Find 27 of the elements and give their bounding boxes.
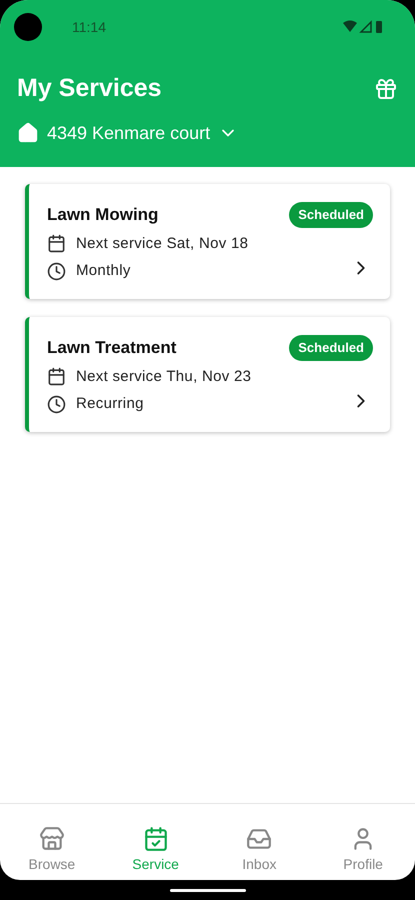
store-icon [38, 826, 65, 852]
page-title: My Services [17, 73, 162, 104]
nav-tab[interactable]: Service [104, 804, 208, 880]
calendar-icon [47, 367, 66, 386]
nav-tab[interactable]: Profile [311, 804, 415, 880]
service-card[interactable]: Lawn Mowing Next service Sat, Nov 18 Monthly Scheduled [25, 184, 390, 299]
service-detail: Recurring [76, 394, 144, 414]
service-detail: Next service Thu, Nov 23 [76, 366, 252, 386]
clock-icon [47, 394, 66, 414]
service-name: Lawn Mowing [47, 204, 160, 226]
camera-icon [14, 13, 42, 41]
nav-tab[interactable]: Browse [0, 804, 104, 880]
clock-icon [47, 262, 66, 281]
nav-tab[interactable]: Inbox [208, 804, 312, 880]
status-badge: Scheduled [289, 335, 373, 360]
calendar-check-icon [142, 826, 169, 852]
status-time: 11:14 [72, 18, 106, 36]
status-icons [343, 20, 383, 34]
gift-card-icon[interactable] [374, 76, 398, 101]
address-selector[interactable]: 4349 Kenmare court [17, 120, 238, 146]
calendar-icon [47, 234, 66, 254]
service-detail: Monthly [76, 261, 131, 281]
home-icon [17, 122, 39, 144]
service-card[interactable]: Lawn Treatment Next service Thu, Nov 23 Recurring Scheduled [25, 317, 390, 432]
service-name: Lawn Treatment [47, 337, 178, 359]
service-detail: Next service Sat, Nov 18 [76, 234, 248, 254]
status-badge: Scheduled [289, 202, 373, 228]
